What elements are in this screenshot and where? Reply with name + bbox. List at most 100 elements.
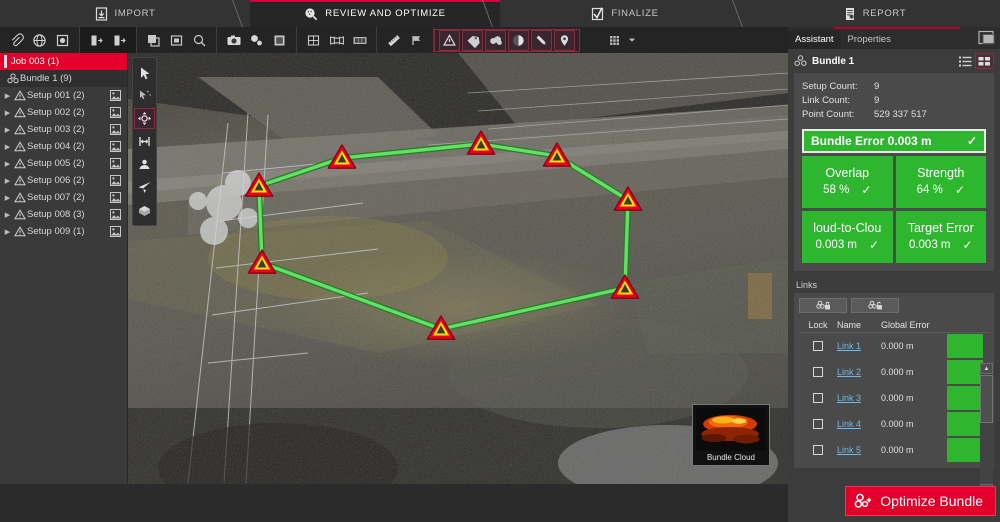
import-arrow-icon[interactable] (86, 30, 107, 51)
bundle-error-tile[interactable]: Bundle Error 0.003 m ✓ (802, 129, 986, 153)
grid-view-icon[interactable] (303, 30, 324, 51)
expand-chevron-icon[interactable]: ▶ (2, 177, 13, 185)
expand-chevron-icon[interactable]: ▶ (2, 92, 13, 100)
grid-view-icon[interactable] (975, 53, 994, 69)
panorama-icon[interactable] (326, 30, 347, 51)
tree-item-setup-5[interactable]: ▶ Setup 005 (2) (0, 155, 127, 172)
bundle-cloud-thumbnail[interactable]: Bundle Cloud (692, 404, 770, 466)
pin-icon[interactable] (554, 29, 575, 51)
image-icon[interactable] (109, 191, 122, 204)
tab-assistant[interactable]: Assistant (788, 30, 841, 49)
dock-window-icon[interactable] (978, 30, 996, 46)
tree-item-setup-6[interactable]: ▶ Setup 006 (2) (0, 172, 127, 189)
camera-icon[interactable] (223, 30, 244, 51)
stamp-icon[interactable] (52, 30, 73, 51)
link-lock-checkbox[interactable] (799, 445, 837, 455)
metric-tile-cloud-to-cloud[interactable]: loud-to-Clou 0.003 m ✓ (802, 211, 893, 263)
expand-chevron-icon[interactable]: ▶ (2, 143, 13, 151)
tree-item-setup-1[interactable]: ▶ Setup 001 (2) (0, 87, 127, 104)
step-import[interactable]: IMPORT (0, 0, 256, 27)
image-icon[interactable] (109, 106, 122, 119)
expand-chevron-icon[interactable]: ▶ (2, 211, 13, 219)
table-row[interactable]: Link 2 0.000 m (799, 359, 989, 385)
lasso-select-tool[interactable] (134, 85, 155, 106)
expand-chevron-icon[interactable]: ▶ (2, 126, 13, 134)
cloud-icon[interactable] (485, 29, 506, 51)
paperclip-icon[interactable] (6, 30, 27, 51)
tree-item-setup-3[interactable]: ▶ Setup 003 (2) (0, 121, 127, 138)
image-icon[interactable] (109, 174, 122, 187)
zoom-area-icon[interactable] (189, 30, 210, 51)
select-arrow-tool[interactable] (134, 62, 155, 83)
metric-tile-overlap[interactable]: Overlap 58 % ✓ (802, 156, 893, 208)
move-gizmo-tool[interactable] (134, 108, 155, 129)
image-icon[interactable] (109, 140, 122, 153)
image-icon[interactable] (109, 208, 122, 221)
table-row[interactable]: Link 5 0.000 m (799, 437, 989, 463)
link-lock-checkbox[interactable] (799, 419, 837, 429)
distance-tool[interactable] (134, 131, 155, 152)
table-row[interactable]: Link 4 0.000 m (799, 411, 989, 437)
image-icon[interactable] (109, 89, 122, 102)
box-clip-tool[interactable] (134, 200, 155, 221)
project-tree-panel[interactable]: Job 003 (1) Bundle 1 (9) ▶ Setup 001 (2) ▶… (0, 53, 128, 522)
table-row[interactable]: Link 3 0.000 m (799, 385, 989, 411)
optimize-bundle-button[interactable]: Optimize Bundle (845, 486, 996, 516)
link-name-link[interactable]: Link 5 (837, 445, 881, 455)
scroll-up-arrow-icon[interactable]: ▲ (980, 363, 993, 374)
stat-key: Link Count: (802, 95, 851, 106)
expand-chevron-icon[interactable]: ▶ (2, 194, 13, 202)
image-icon[interactable] (109, 157, 122, 170)
fly-tool[interactable] (134, 177, 155, 198)
panel-icon[interactable] (269, 30, 290, 51)
copy-layer-icon[interactable] (143, 30, 164, 51)
frame-icon[interactable] (166, 30, 187, 51)
filmstrip-icon[interactable] (349, 30, 370, 51)
expand-chevron-icon[interactable]: ▶ (2, 228, 13, 236)
walk-person-tool[interactable] (134, 154, 155, 175)
expand-chevron-icon[interactable]: ▶ (2, 160, 13, 168)
table-row[interactable]: Link 1 0.000 m (799, 333, 989, 359)
flag-icon[interactable] (406, 30, 427, 51)
tree-item-setup-4[interactable]: ▶ Setup 004 (2) (0, 138, 127, 155)
tab-properties[interactable]: Properties (841, 30, 898, 49)
list-view-icon[interactable] (956, 53, 975, 69)
metric-tile-strength[interactable]: Strength 64 % ✓ (895, 156, 986, 208)
step-report[interactable]: REPORT (750, 0, 1000, 27)
expand-chevron-icon[interactable]: ▶ (2, 109, 13, 117)
tree-item-setup-7[interactable]: ▶ Setup 007 (2) (0, 189, 127, 206)
sphere-icon[interactable] (508, 29, 529, 51)
chevron-down-icon[interactable] (627, 30, 637, 51)
links-scrollbar[interactable]: ▲ ▼ (980, 363, 993, 495)
pencil-icon[interactable] (531, 29, 552, 51)
step-review-and-optimize[interactable]: REVIEW AND OPTIMIZE (250, 0, 506, 27)
ruler-icon[interactable] (383, 30, 404, 51)
link-name-link[interactable]: Link 2 (837, 367, 881, 377)
link-lock-checkbox[interactable] (799, 341, 837, 351)
warning-triangle-icon[interactable] (439, 29, 460, 51)
link-global-error: 0.000 m (881, 367, 914, 377)
link-name-link[interactable]: Link 1 (837, 341, 881, 351)
tree-item-setup-2[interactable]: ▶ Setup 002 (2) (0, 104, 127, 121)
link-name-link[interactable]: Link 3 (837, 393, 881, 403)
tree-item-setup-9[interactable]: ▶ Setup 009 (1) (0, 223, 127, 240)
3d-viewport[interactable]: Bundle Cloud (128, 53, 788, 484)
lock-all-icon[interactable] (799, 298, 847, 313)
metric-tile-target-error[interactable]: Target Error 0.003 m ✓ (895, 211, 986, 263)
grid-icon[interactable] (604, 30, 625, 51)
step-finalize[interactable]: FINALIZE (500, 0, 756, 27)
link-lock-checkbox[interactable] (799, 367, 837, 377)
image-icon[interactable] (109, 123, 122, 136)
scrollbar-thumb[interactable] (980, 375, 993, 423)
tag-icon[interactable] (462, 29, 483, 51)
globe-icon[interactable] (29, 30, 50, 51)
unlock-all-icon[interactable] (851, 298, 899, 313)
color-picker-icon[interactable] (246, 30, 267, 51)
tree-item-job[interactable]: Job 003 (1) (0, 53, 127, 70)
link-name-link[interactable]: Link 4 (837, 419, 881, 429)
tree-item-setup-8[interactable]: ▶ Setup 008 (3) (0, 206, 127, 223)
export-arrow-icon[interactable] (109, 30, 130, 51)
link-lock-checkbox[interactable] (799, 393, 837, 403)
tree-item-bundle[interactable]: Bundle 1 (9) (0, 70, 127, 87)
image-icon[interactable] (109, 225, 122, 238)
